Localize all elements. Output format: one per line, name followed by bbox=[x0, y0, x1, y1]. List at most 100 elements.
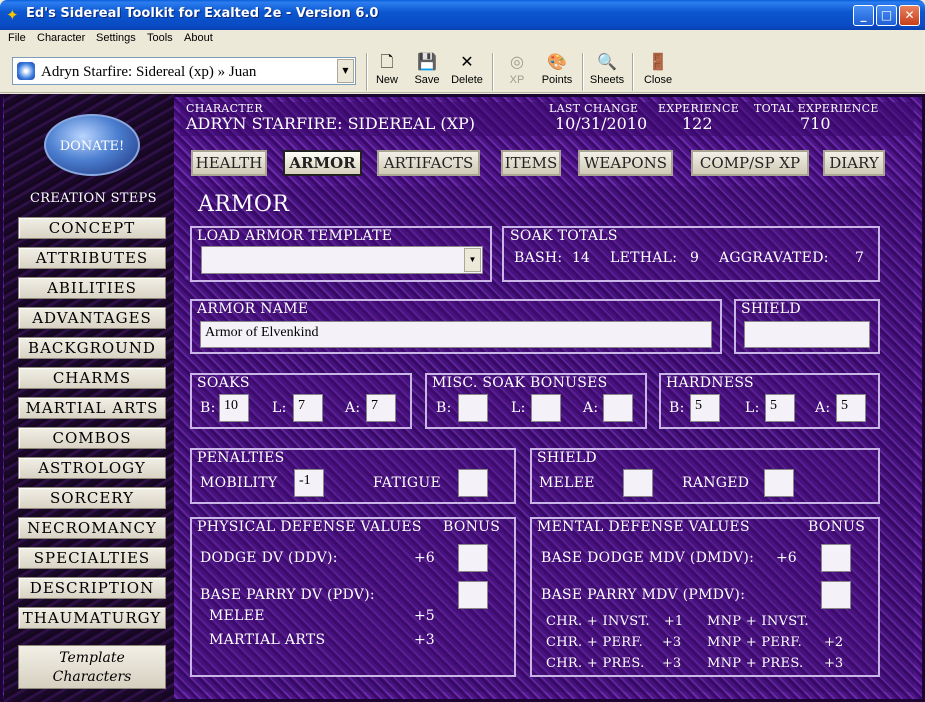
fatigue-input[interactable] bbox=[458, 469, 488, 497]
penalties-label: PENALTIES bbox=[197, 450, 285, 466]
load-template-label: LOAD ARMOR TEMPLATE bbox=[197, 228, 393, 244]
step-specialties[interactable]: Specialties bbox=[18, 547, 166, 569]
step-thaumaturgy[interactable]: Thaumaturgy bbox=[18, 607, 166, 629]
pdv-label: BASE PARRY DV (PDV): bbox=[200, 587, 375, 603]
shield-ranged-label: RANGED bbox=[682, 475, 750, 491]
chr-invst-value: +1 bbox=[664, 614, 684, 629]
total-experience-value: 710 bbox=[800, 114, 831, 133]
shield-ranged-input[interactable] bbox=[764, 469, 794, 497]
mnp-invst-label: MNP + INVST. bbox=[707, 614, 809, 629]
menu-character[interactable]: Character bbox=[37, 32, 85, 44]
ddv-bonus-input[interactable] bbox=[458, 544, 488, 572]
new-document-icon: 🗋 bbox=[380, 54, 394, 71]
tab-items[interactable]: Items bbox=[501, 150, 561, 176]
pdv-martial-value: +3 bbox=[414, 632, 435, 648]
points-palette-icon: 🎨 bbox=[547, 54, 567, 71]
step-background[interactable]: Background bbox=[18, 337, 166, 359]
minimize-button[interactable]: _ bbox=[853, 5, 874, 26]
misc-lethal-input[interactable] bbox=[531, 394, 561, 422]
misc-aggravated-input[interactable] bbox=[603, 394, 633, 422]
mnp-pres-label: MNP + PRES. bbox=[707, 656, 804, 671]
step-astrology[interactable]: Astrology bbox=[18, 457, 166, 479]
close-button[interactable]: 🚪 Close bbox=[640, 52, 676, 92]
soak-totals-label: SOAK TOTALS bbox=[510, 228, 618, 244]
donate-button[interactable]: DONATE! bbox=[44, 114, 140, 176]
tab-weapons[interactable]: Weapons bbox=[578, 150, 673, 176]
hardness-lethal-input[interactable]: 5 bbox=[765, 394, 795, 422]
step-abilities[interactable]: Abilities bbox=[18, 277, 166, 299]
close-window-button[interactable]: ✕ bbox=[899, 5, 920, 26]
sidereal-icon bbox=[17, 62, 35, 80]
xp-button[interactable]: ◎ XP bbox=[500, 52, 534, 92]
template-characters-button[interactable]: Template Characters bbox=[18, 645, 166, 689]
physical-bonus-label: BONUS bbox=[443, 519, 501, 535]
menu-about[interactable]: About bbox=[184, 32, 213, 44]
step-advantages[interactable]: Advantages bbox=[18, 307, 166, 329]
load-template-dropdown[interactable]: ▼ bbox=[201, 246, 483, 274]
menu-file[interactable]: File bbox=[8, 32, 26, 44]
physical-dv-title: PHYSICAL DEFENSE VALUES bbox=[197, 519, 422, 535]
pmdv-bonus-input[interactable] bbox=[821, 581, 851, 609]
sheets-button[interactable]: 🔍 Sheets bbox=[588, 52, 626, 92]
step-combos[interactable]: Combos bbox=[18, 427, 166, 449]
save-disk-icon: 💾 bbox=[417, 54, 437, 71]
hardness-aggravated-input[interactable]: 5 bbox=[836, 394, 866, 422]
hardness-label: HARDNESS bbox=[666, 375, 754, 391]
chevron-down-icon[interactable]: ▼ bbox=[337, 59, 354, 83]
step-description[interactable]: Description bbox=[18, 577, 166, 599]
misc-bash-input[interactable] bbox=[458, 394, 488, 422]
sheets-search-icon: 🔍 bbox=[597, 54, 617, 71]
character-select[interactable]: Adryn Starfire: Sidereal (xp) » Juan ▼ bbox=[12, 57, 356, 85]
app-icon: ✦ bbox=[6, 6, 19, 24]
toolbar-separator bbox=[366, 53, 368, 91]
step-sorcery[interactable]: Sorcery bbox=[18, 487, 166, 509]
chr-invst-label: CHR. + INVST. bbox=[546, 614, 650, 629]
new-button[interactable]: 🗋 New bbox=[370, 52, 404, 92]
hardness-b-label: B: bbox=[669, 400, 685, 416]
shield-input[interactable] bbox=[744, 321, 870, 348]
hardness-bash-input[interactable]: 5 bbox=[690, 394, 720, 422]
menu-tools[interactable]: Tools bbox=[147, 32, 173, 44]
mnp-perf-value: +2 bbox=[824, 635, 844, 650]
dmdv-label: BASE DODGE MDV (DMDV): bbox=[541, 550, 755, 566]
save-button[interactable]: 💾 Save bbox=[410, 52, 444, 92]
step-charms[interactable]: Charms bbox=[18, 367, 166, 389]
dmdv-bonus-input[interactable] bbox=[821, 544, 851, 572]
tab-armor[interactable]: Armor bbox=[283, 150, 362, 176]
xp-icon: ◎ bbox=[510, 54, 524, 71]
mental-bonus-label: BONUS bbox=[808, 519, 866, 535]
menu-settings[interactable]: Settings bbox=[96, 32, 136, 44]
step-martial-arts[interactable]: Martial Arts bbox=[18, 397, 166, 419]
step-concept[interactable]: Concept bbox=[18, 217, 166, 239]
mobility-input[interactable]: -1 bbox=[294, 469, 324, 497]
shield-melee-input[interactable] bbox=[623, 469, 653, 497]
shield-label: SHIELD bbox=[741, 301, 801, 317]
armor-name-input[interactable]: Armor of Elvenkind bbox=[200, 321, 712, 348]
aggravated-label: AGGRAVATED: bbox=[719, 250, 829, 266]
delete-button[interactable]: ✕ Delete bbox=[448, 52, 486, 92]
soak-bash-input[interactable]: 10 bbox=[219, 394, 249, 422]
step-attributes[interactable]: Attributes bbox=[18, 247, 166, 269]
soak-lethal-input[interactable]: 7 bbox=[293, 394, 323, 422]
misc-b-label: B: bbox=[436, 400, 452, 416]
dmdv-value: +6 bbox=[776, 550, 797, 566]
tab-comp-sp-xp[interactable]: Comp/Sp XP bbox=[691, 150, 809, 176]
delete-x-icon: ✕ bbox=[460, 54, 474, 71]
bash-value: 14 bbox=[572, 250, 590, 266]
tab-diary[interactable]: Diary bbox=[823, 150, 885, 176]
armor-name-label: ARMOR NAME bbox=[197, 301, 309, 317]
toolbar-separator bbox=[582, 53, 584, 91]
pmdv-label: BASE PARRY MDV (PMDV): bbox=[541, 587, 746, 603]
points-button[interactable]: 🎨 Points bbox=[538, 52, 576, 92]
pdv-bonus-input[interactable] bbox=[458, 581, 488, 609]
character-value: ADRYN STARFIRE: SIDEREAL (XP) bbox=[186, 114, 475, 133]
misc-a-label: A: bbox=[583, 400, 599, 416]
experience-value: 122 bbox=[682, 114, 713, 133]
tab-artifacts[interactable]: Artifacts bbox=[377, 150, 480, 176]
tab-health[interactable]: Health bbox=[191, 150, 267, 176]
maximize-button[interactable]: □ bbox=[876, 5, 897, 26]
step-necromancy[interactable]: Necromancy bbox=[18, 517, 166, 539]
page-title: ARMOR bbox=[198, 192, 290, 217]
soak-aggravated-input[interactable]: 7 bbox=[366, 394, 396, 422]
chevron-down-icon[interactable]: ▼ bbox=[464, 248, 481, 272]
